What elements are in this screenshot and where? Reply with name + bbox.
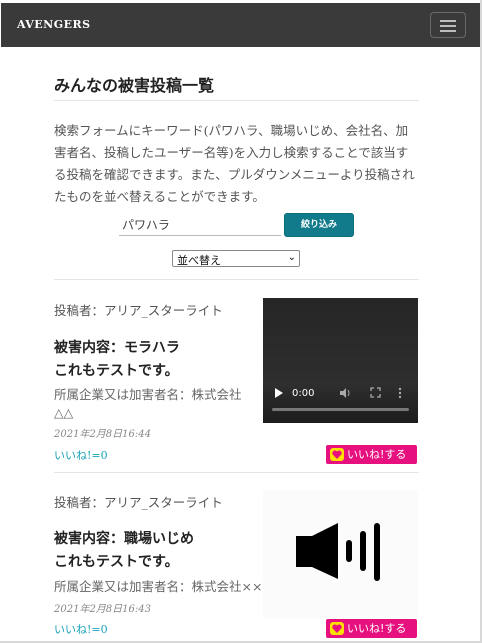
post-company: 所属企業又は加害者名：株式会社△△ xyxy=(54,387,242,420)
post-damage-type: 被害内容：モラハラ xyxy=(54,340,180,356)
more-options-icon[interactable] xyxy=(398,387,402,399)
divider xyxy=(54,279,419,280)
like-count: いいね!=0 xyxy=(54,449,108,462)
divider xyxy=(54,472,419,473)
post-date: 2021年2月8日16:43 xyxy=(54,604,151,615)
post-damage-type: 被害内容：職場いじめ xyxy=(54,531,194,547)
post-author[interactable]: 投稿者：アリア_スターライト xyxy=(54,300,223,319)
post-author[interactable]: 投稿者：アリア_スターライト xyxy=(54,492,223,511)
sort-select-value: 並べ替え xyxy=(177,254,221,267)
post-date: 2021年2月8日16:44 xyxy=(54,429,151,440)
audio-media[interactable] xyxy=(263,490,418,618)
like-button[interactable]: いいね!する xyxy=(326,445,417,464)
video-player[interactable]: 0:00 xyxy=(263,298,418,423)
heart-icon xyxy=(330,448,344,461)
play-icon[interactable] xyxy=(274,387,284,399)
hamburger-icon[interactable] xyxy=(430,12,466,38)
brand-logo[interactable]: AVENGERS xyxy=(17,18,91,31)
volume-icon[interactable] xyxy=(339,387,351,399)
like-button-label: いいね!する xyxy=(347,622,407,635)
navbar: AVENGERS xyxy=(1,3,481,47)
page-description: 検索フォームにキーワード(パワハラ、職場いじめ、会社名、加害者名、投稿したユーザ… xyxy=(54,123,415,204)
video-time: 0:00 xyxy=(292,388,315,399)
like-button[interactable]: いいね!する xyxy=(326,619,417,638)
post-company: 所属企業又は加害者名：株式会社×× xyxy=(54,579,263,594)
filter-button[interactable]: 絞り込み xyxy=(284,213,354,237)
post-body: これもテストです。 xyxy=(54,554,179,570)
speaker-icon xyxy=(296,523,380,581)
fullscreen-icon[interactable] xyxy=(370,387,381,398)
post-body: これもテストです。 xyxy=(54,363,179,379)
divider xyxy=(54,100,419,101)
page-title: みんなの被害投稿一覧 xyxy=(54,76,215,95)
heart-icon xyxy=(330,622,344,635)
search-input[interactable] xyxy=(119,214,281,236)
sort-select[interactable]: 並べ替え ⌄ xyxy=(172,250,300,267)
chevron-down-icon: ⌄ xyxy=(287,252,296,263)
like-button-label: いいね!する xyxy=(347,448,407,461)
video-progress-bar[interactable] xyxy=(272,408,409,411)
like-count: いいね!=0 xyxy=(54,623,108,636)
